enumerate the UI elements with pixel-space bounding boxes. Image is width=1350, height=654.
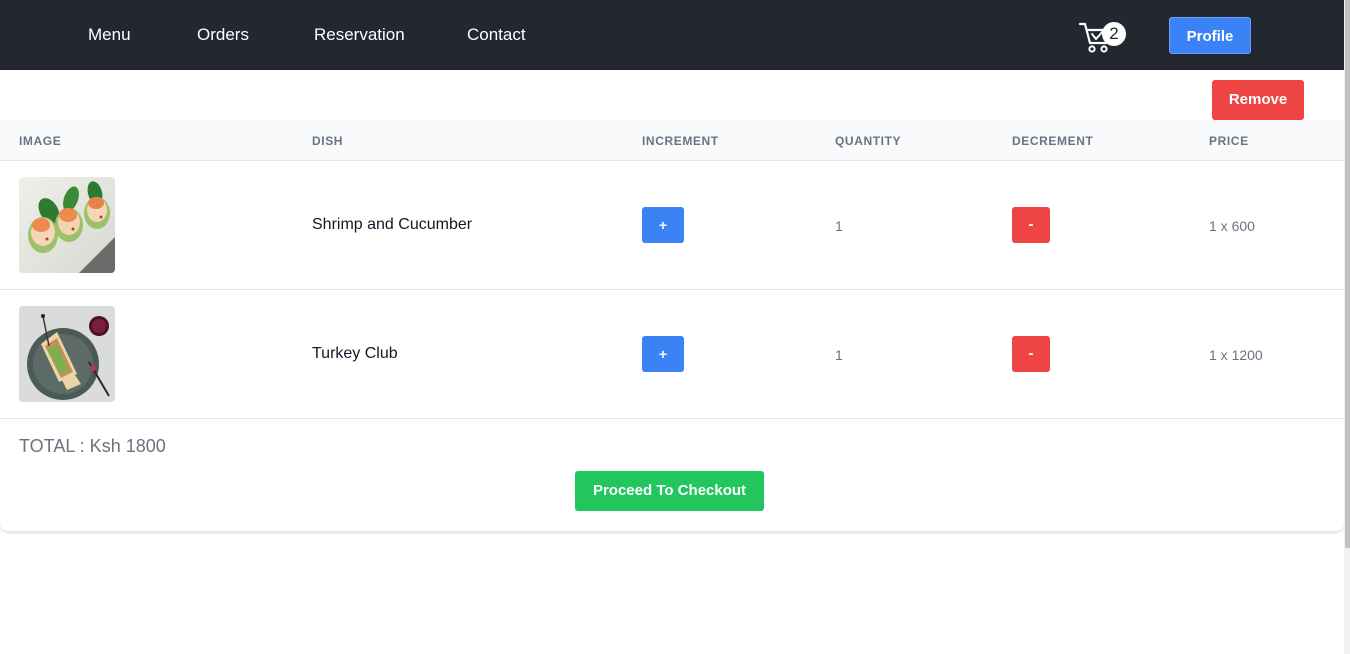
vertical-scrollbar-thumb[interactable] xyxy=(1345,0,1350,548)
cart-count-badge: 2 xyxy=(1102,22,1126,46)
table-header: IMAGE DISH INCREMENT QUANTITY DECREMENT … xyxy=(0,120,1344,161)
shrimp-cucumber-photo xyxy=(19,177,115,273)
dish-image xyxy=(19,306,115,402)
cart-panel: Remove IMAGE DISH INCREMENT QUANTITY DEC… xyxy=(0,70,1344,531)
cart-total: TOTAL : Ksh 1800 xyxy=(19,436,166,456)
increment-button[interactable]: + xyxy=(642,207,684,243)
top-navbar: Menu Orders Reservation Contact 2 Profil… xyxy=(0,0,1344,70)
decrement-button[interactable]: - xyxy=(1012,336,1050,372)
cart-button[interactable]: 2 xyxy=(1078,18,1130,54)
price-value: 1 x 600 xyxy=(1209,218,1255,234)
quantity-value: 1 xyxy=(835,347,843,363)
dish-name: Shrimp and Cucumber xyxy=(312,216,473,233)
column-header-price: PRICE xyxy=(1209,134,1249,148)
nav-link-reservation[interactable]: Reservation xyxy=(314,24,405,46)
price-value: 1 x 1200 xyxy=(1209,347,1263,363)
turkey-club-photo xyxy=(19,306,115,402)
table-row: Shrimp and Cucumber + 1 - 1 x 600 xyxy=(0,161,1344,290)
nav-link-contact[interactable]: Contact xyxy=(467,24,526,46)
decrement-button[interactable]: - xyxy=(1012,207,1050,243)
column-header-increment: INCREMENT xyxy=(642,134,719,148)
quantity-value: 1 xyxy=(835,218,843,234)
column-header-image: IMAGE xyxy=(19,134,62,148)
nav-link-menu[interactable]: Menu xyxy=(88,24,131,46)
dish-image xyxy=(19,177,115,273)
increment-button[interactable]: + xyxy=(642,336,684,372)
column-header-decrement: DECREMENT xyxy=(1012,134,1094,148)
nav-link-orders[interactable]: Orders xyxy=(197,24,249,46)
proceed-to-checkout-button[interactable]: Proceed To Checkout xyxy=(575,471,764,511)
column-header-dish: DISH xyxy=(312,134,344,148)
dish-name: Turkey Club xyxy=(312,345,398,362)
remove-button[interactable]: Remove xyxy=(1212,80,1304,120)
column-header-quantity: QUANTITY xyxy=(835,134,902,148)
table-row: Turkey Club + 1 - 1 x 1200 xyxy=(0,290,1344,419)
profile-button[interactable]: Profile xyxy=(1169,17,1251,54)
